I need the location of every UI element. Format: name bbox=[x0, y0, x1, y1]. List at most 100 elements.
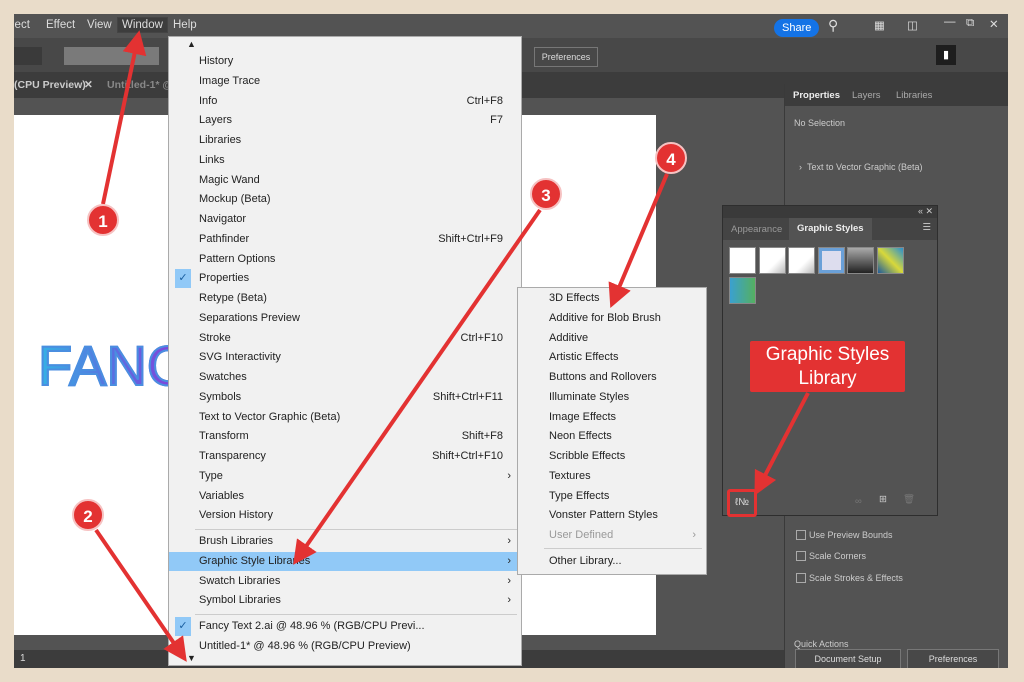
menu-item-3d-effects[interactable]: 3D Effects bbox=[518, 289, 706, 308]
graphic-style-swatch[interactable] bbox=[729, 277, 756, 304]
panel-layout-icon[interactable]: ◫ bbox=[907, 18, 918, 32]
menu-item-stroke[interactable]: Stroke Ctrl+F10 bbox=[169, 329, 521, 348]
menu-item-version-history[interactable]: Version History bbox=[169, 506, 521, 525]
style-field[interactable] bbox=[64, 47, 159, 65]
break-link-icon[interactable]: ∞ bbox=[855, 496, 862, 507]
doc-tab-untitled[interactable]: Untitled-1* @ bbox=[107, 79, 173, 91]
close-button[interactable]: ✕ bbox=[989, 17, 999, 31]
menu-item-info[interactable]: Info Ctrl+F8 bbox=[169, 92, 521, 111]
menu-item-other-library[interactable]: Other Library... bbox=[518, 552, 706, 571]
menu-item-label: Version History bbox=[199, 509, 273, 522]
new-style-icon[interactable]: ⊞ bbox=[879, 494, 887, 505]
menu-item-links[interactable]: Links bbox=[169, 151, 521, 170]
menu-item-pattern-options[interactable]: Pattern Options bbox=[169, 250, 521, 269]
doc-tab-fancy[interactable]: (CPU Preview) bbox=[14, 79, 86, 91]
menu-item-type-effects[interactable]: Type Effects bbox=[518, 487, 706, 506]
menu-effect[interactable]: Effect bbox=[46, 19, 75, 31]
graphic-style-swatch[interactable] bbox=[788, 247, 815, 274]
menu-item-additive-for-blob-brush[interactable]: Additive for Blob Brush bbox=[518, 309, 706, 328]
menu-item-artistic-effects[interactable]: Artistic Effects bbox=[518, 348, 706, 367]
menu-item-symbols[interactable]: Symbols Shift+Ctrl+F11 bbox=[169, 388, 521, 407]
menu-item-magic-wand[interactable]: Magic Wand bbox=[169, 171, 521, 190]
shortcut: F7 bbox=[490, 114, 503, 127]
menu-item-brush-libraries[interactable]: Brush Libraries › bbox=[169, 532, 521, 551]
graphic-style-swatch[interactable] bbox=[729, 247, 756, 274]
menu-item-label: Graphic Style Libraries bbox=[199, 554, 311, 567]
tab-appearance[interactable]: Appearance bbox=[731, 224, 782, 235]
menu-item-untitled-1-48-96-rgb-cpu-preview[interactable]: Untitled-1* @ 48.96 % (RGB/CPU Preview) bbox=[169, 637, 521, 656]
tab-libraries[interactable]: Libraries bbox=[896, 90, 932, 101]
scale-strokes-checkbox[interactable]: Scale Strokes & Effects bbox=[796, 573, 903, 583]
preferences-panel-button[interactable]: Preferences bbox=[907, 649, 999, 668]
menu-item-text-to-vector-graphic-beta[interactable]: Text to Vector Graphic (Beta) bbox=[169, 408, 521, 427]
use-preview-bounds-checkbox[interactable]: Use Preview Bounds bbox=[796, 530, 893, 540]
menu-item-label: Buttons and Rollovers bbox=[549, 371, 657, 383]
menu-item-buttons-and-rollovers[interactable]: Buttons and Rollovers bbox=[518, 368, 706, 387]
menu-item-type[interactable]: Type › bbox=[169, 467, 521, 486]
menu-item-libraries[interactable]: Libraries bbox=[169, 131, 521, 150]
scroll-up-icon[interactable]: ▲ bbox=[187, 39, 196, 49]
workspace-icon[interactable]: ▦ bbox=[874, 18, 885, 32]
menu-item-graphic-style-libraries[interactable]: Graphic Style Libraries › bbox=[169, 551, 521, 571]
menu-item-transparency[interactable]: Transparency Shift+Ctrl+F10 bbox=[169, 447, 521, 466]
close-tab-icon[interactable]: ✕ bbox=[84, 79, 93, 91]
chevron-right-icon: › bbox=[507, 554, 511, 567]
stroke-select[interactable] bbox=[14, 47, 42, 65]
menu-item-illuminate-styles[interactable]: Illuminate Styles bbox=[518, 388, 706, 407]
menu-item-properties[interactable]: ✓ Properties bbox=[169, 269, 521, 289]
graphic-style-swatch[interactable] bbox=[817, 247, 845, 274]
tab-layers[interactable]: Layers bbox=[852, 90, 881, 101]
restore-button[interactable]: ⧉ bbox=[966, 17, 974, 30]
menu-view[interactable]: View bbox=[87, 19, 112, 31]
menu-item-vonster-pattern-styles[interactable]: Vonster Pattern Styles bbox=[518, 506, 706, 525]
menu-item-label: User Defined bbox=[549, 529, 614, 541]
menu-item-svg-interactivity[interactable]: SVG Interactivity bbox=[169, 348, 521, 367]
menu-item-pathfinder[interactable]: Pathfinder Shift+Ctrl+F9 bbox=[169, 230, 521, 249]
menu-item-layers[interactable]: Layers F7 bbox=[169, 111, 521, 130]
align-icon[interactable]: ▮ bbox=[936, 45, 956, 65]
menu-item-textures[interactable]: Textures bbox=[518, 467, 706, 486]
graphic-style-swatch[interactable] bbox=[876, 247, 904, 274]
preferences-button[interactable]: Preferences bbox=[534, 47, 598, 67]
menu-item-fancy-text-2-ai-48-96-rgb-cpu-previ[interactable]: ✓ Fancy Text 2.ai @ 48.96 % (RGB/CPU Prev… bbox=[169, 617, 521, 636]
graphic-styles-library-menu-icon[interactable]: ℓ№ bbox=[727, 489, 757, 517]
menu-item-label: Swatches bbox=[199, 371, 247, 383]
artboard-text[interactable]: FANC bbox=[37, 333, 188, 398]
quick-actions-label: Quick Actions bbox=[794, 639, 849, 649]
scale-corners-checkbox[interactable]: Scale Corners bbox=[796, 551, 866, 561]
tab-graphic-styles[interactable]: Graphic Styles bbox=[789, 218, 872, 240]
menu-select[interactable]: lect bbox=[14, 19, 30, 31]
step-badge-3: 3 bbox=[530, 178, 562, 210]
share-button[interactable]: Share bbox=[774, 19, 820, 37]
menu-item-swatch-libraries[interactable]: Swatch Libraries › bbox=[169, 572, 521, 591]
menu-item-image-trace[interactable]: Image Trace bbox=[169, 72, 521, 91]
tab-properties[interactable]: Properties bbox=[793, 90, 840, 101]
document-setup-button[interactable]: Document Setup bbox=[795, 649, 901, 668]
menu-item-transform[interactable]: Transform Shift+F8 bbox=[169, 427, 521, 446]
menu-item-history[interactable]: History bbox=[169, 52, 521, 71]
menu-help[interactable]: Help bbox=[173, 19, 197, 31]
menu-item-scribble-effects[interactable]: Scribble Effects bbox=[518, 447, 706, 466]
menu-item-swatches[interactable]: Swatches bbox=[169, 368, 521, 387]
search-icon[interactable]: ⚲ bbox=[828, 17, 838, 34]
menu-window[interactable]: Window bbox=[117, 17, 168, 33]
artboard-number[interactable]: 1 bbox=[20, 653, 26, 664]
minimize-button[interactable]: — bbox=[944, 16, 956, 28]
menu-item-additive[interactable]: Additive bbox=[518, 329, 706, 348]
graphic-style-swatch[interactable] bbox=[758, 247, 786, 274]
menu-item-mockup-beta[interactable]: Mockup (Beta) bbox=[169, 190, 521, 209]
menu-item-image-effects[interactable]: Image Effects bbox=[518, 408, 706, 427]
graphic-style-swatch[interactable] bbox=[847, 247, 874, 274]
menu-item-navigator[interactable]: Navigator bbox=[169, 210, 521, 229]
delete-icon[interactable]: 🗑 bbox=[903, 494, 915, 505]
menu-item-separations-preview[interactable]: Separations Preview bbox=[169, 309, 521, 328]
menu-item-symbol-libraries[interactable]: Symbol Libraries › bbox=[169, 591, 521, 610]
menu-item-user-defined[interactable]: User Defined › bbox=[518, 526, 706, 545]
panel-close-icon[interactable]: « ✕ bbox=[723, 206, 937, 218]
menu-item-variables[interactable]: Variables bbox=[169, 487, 521, 506]
text-to-vector-section[interactable]: › Text to Vector Graphic (Beta) bbox=[799, 162, 923, 172]
menu-item-label: Navigator bbox=[199, 213, 247, 225]
menu-item-retype-beta[interactable]: Retype (Beta) bbox=[169, 289, 521, 308]
menu-item-neon-effects[interactable]: Neon Effects bbox=[518, 427, 706, 446]
panel-menu-icon[interactable]: ☰ bbox=[922, 222, 931, 233]
